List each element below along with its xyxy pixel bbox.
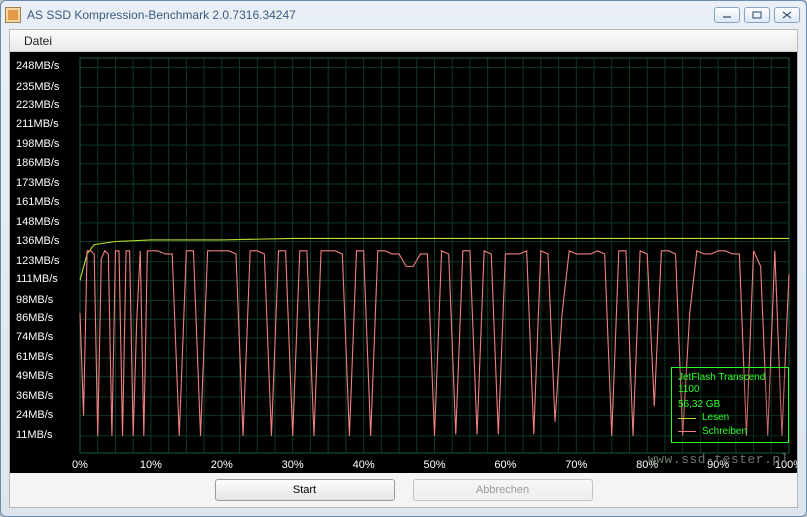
y-axis-labels: 11MB/s 24MB/s 36MB/s 49MB/s 61MB/s 74MB/s 86MB… (12, 52, 82, 473)
legend-read: Lesen (678, 412, 782, 425)
y-tick-label: 211MB/s (16, 118, 59, 130)
client-area: Datei 11MB/s 24MB/s 36MB/s 49MB/s 61MB/s 74MB… (9, 29, 798, 508)
x-tick-label: 70% (565, 459, 587, 471)
y-tick-label: 173MB/s (16, 177, 59, 189)
app-window: AS SSD Kompression-Benchmark 2.0.7316.34… (0, 0, 807, 517)
y-tick-label: 61MB/s (16, 351, 53, 363)
menu-file[interactable]: Datei (16, 32, 60, 50)
close-icon (782, 11, 792, 19)
y-tick-label: 49MB/s (16, 370, 53, 382)
app-icon (5, 7, 21, 23)
y-tick-label: 198MB/s (16, 138, 59, 150)
legend-write-label: Schreiben (702, 426, 747, 439)
cancel-button: Abbrechen (413, 479, 593, 501)
x-tick-label: 40% (353, 459, 375, 471)
x-tick-label: 20% (211, 459, 233, 471)
y-tick-label: 74MB/s (16, 331, 53, 343)
x-tick-label: 50% (423, 459, 445, 471)
maximize-icon (752, 11, 762, 19)
minimize-icon (722, 11, 732, 19)
chart-area: 11MB/s 24MB/s 36MB/s 49MB/s 61MB/s 74MB/s 86MB… (10, 52, 797, 473)
x-tick-label: 60% (494, 459, 516, 471)
y-tick-label: 111MB/s (16, 273, 58, 285)
menubar: Datei (10, 30, 797, 52)
titlebar[interactable]: AS SSD Kompression-Benchmark 2.0.7316.34… (1, 1, 806, 29)
watermark: www.ssd-tester.pl (648, 452, 789, 467)
start-button[interactable]: Start (215, 479, 395, 501)
y-tick-label: 123MB/s (16, 255, 59, 267)
maximize-button[interactable] (744, 7, 770, 23)
minimize-button[interactable] (714, 7, 740, 23)
y-tick-label: 148MB/s (16, 216, 59, 228)
x-tick-label: 30% (282, 459, 304, 471)
x-tick-label: 10% (140, 459, 162, 471)
y-tick-label: 86MB/s (16, 312, 53, 324)
legend-read-label: Lesen (702, 412, 729, 425)
button-row: Start Abbrechen (10, 473, 797, 507)
legend-write-swatch (678, 431, 696, 432)
window-buttons (714, 7, 800, 23)
close-button[interactable] (774, 7, 800, 23)
x-tick-label: 0% (72, 459, 88, 471)
y-tick-label: 186MB/s (16, 157, 59, 169)
y-tick-label: 136MB/s (16, 235, 59, 247)
y-tick-label: 248MB/s (16, 60, 59, 72)
legend-capacity: 56,32 GB (678, 399, 782, 412)
y-tick-label: 11MB/s (16, 429, 52, 441)
legend-box: JetFlash Transcend 1100 56,32 GB Lesen S… (671, 367, 789, 444)
window-title: AS SSD Kompression-Benchmark 2.0.7316.34… (27, 8, 714, 22)
legend-write: Schreiben (678, 426, 782, 439)
legend-device: JetFlash Transcend 1100 (678, 372, 782, 397)
y-tick-label: 235MB/s (16, 81, 59, 93)
y-tick-label: 98MB/s (16, 294, 53, 306)
y-tick-label: 161MB/s (16, 196, 59, 208)
y-tick-label: 36MB/s (16, 390, 53, 402)
y-tick-label: 223MB/s (16, 99, 59, 111)
legend-read-swatch (678, 418, 696, 419)
y-tick-label: 24MB/s (16, 409, 53, 421)
